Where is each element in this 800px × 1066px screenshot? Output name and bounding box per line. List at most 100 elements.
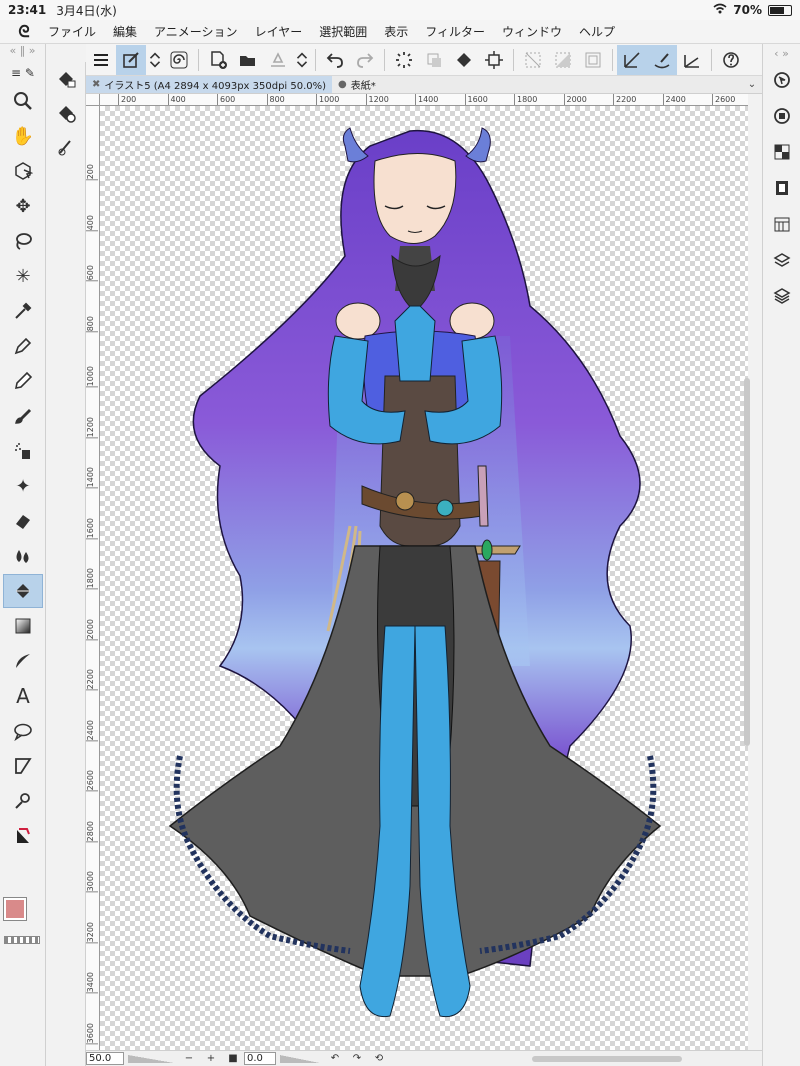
menu-help[interactable]: ヘルプ [579,23,615,40]
illustration-artwork [168,127,662,1018]
main-color-swatch[interactable] [3,897,27,921]
ruler-icon[interactable] [3,819,43,853]
clear-selection-icon[interactable] [518,45,548,75]
ruler-tick-label: 2400 [86,719,98,741]
select-all-icon[interactable] [578,45,608,75]
status-bar: 23:41 3月4日(水) 70% [0,0,800,20]
ruler-tick-label: 1200 [86,416,98,438]
blend-icon[interactable] [3,539,43,573]
material-icon[interactable] [763,206,800,242]
redo-icon[interactable] [350,45,380,75]
transform-icon[interactable] [419,45,449,75]
zoom-out-button[interactable]: − [178,1053,200,1064]
tab-close-icon[interactable]: ✖ [92,79,100,90]
crop-icon[interactable] [479,45,509,75]
undo-icon[interactable] [320,45,350,75]
snap-ruler-icon[interactable] [617,44,647,75]
correct-line-icon[interactable] [3,784,43,818]
fill-selection-icon[interactable] [449,45,479,75]
battery-icon [768,4,792,16]
layer-props-icon[interactable] [763,242,800,278]
collapse-right-button[interactable]: ‹ » [763,44,800,62]
chevron-updown-icon[interactable] [293,45,311,75]
chevron-down-icon[interactable]: ⌄ [742,76,762,93]
separator [711,48,712,71]
zoom-slider[interactable] [128,1054,174,1063]
menu-filter[interactable]: フィルター [425,23,485,40]
object-select-icon[interactable] [3,154,43,188]
frame-icon[interactable] [3,749,43,783]
ruler-tick-label: 600 [86,265,98,282]
tool-property-icon[interactable] [46,96,85,130]
eraser-icon[interactable] [3,504,43,538]
zoom-icon[interactable] [3,84,43,118]
airbrush-icon[interactable] [3,434,43,468]
eyedropper-icon[interactable] [3,294,43,328]
ruler-tick-label: 800 [86,315,98,332]
layers-grid-icon[interactable] [763,134,800,170]
lasso-icon[interactable] [3,224,43,258]
edit-mode-icon[interactable] [116,44,146,75]
decoration-icon[interactable]: ✦ [3,469,43,503]
hand-icon[interactable]: ✋ [3,119,43,153]
menu-file[interactable]: ファイル [48,23,96,40]
vertical-scrollbar[interactable] [744,378,750,746]
horizontal-scrollbar[interactable] [532,1055,682,1062]
transparent-color-swatch[interactable] [4,936,40,944]
gradient-icon[interactable] [3,609,43,643]
menu-layer[interactable]: レイヤー [255,23,303,40]
brush-icon[interactable] [3,399,43,433]
menu-selection[interactable]: 選択範囲 [319,23,367,40]
pencil-icon[interactable] [3,364,43,398]
animation-icon[interactable] [763,170,800,206]
pen-icon[interactable] [3,329,43,363]
drawing-canvas[interactable] [100,106,748,1050]
ruler-corner [86,94,100,106]
rotate-right-button[interactable]: ↷ [346,1053,368,1064]
menu-window[interactable]: ウィンドウ [502,23,562,40]
fill-icon[interactable] [3,574,43,608]
snap-perspective-icon[interactable] [677,45,707,75]
reset-rotation-button[interactable]: ⟲ [368,1053,390,1064]
palette-menu-icon[interactable]: ≡ ✎ [3,63,43,83]
tab-unsaved-icon: ● [338,79,347,90]
chevron-updown-icon[interactable] [146,45,164,75]
export-icon[interactable] [263,45,293,75]
sub-view-icon[interactable] [763,98,800,134]
balloon-icon[interactable] [3,714,43,748]
magic-wand-icon[interactable]: ✳ [3,259,43,293]
fit-button[interactable]: ■ [222,1053,244,1064]
ruler-tick-label: 800 [266,94,285,105]
rotate-left-button[interactable]: ↶ [324,1053,346,1064]
rotation-field[interactable]: 0.0 [244,1052,276,1065]
app-logo-icon[interactable]: ᘓ [0,22,48,42]
open-folder-icon[interactable] [233,45,263,75]
spiral-icon[interactable] [164,45,194,75]
sub-tool-palette-icon[interactable] [46,62,85,96]
menu-view[interactable]: 表示 [384,23,408,40]
menu-edit[interactable]: 編集 [113,23,137,40]
collapse-left-button[interactable]: « ‖ » [0,44,45,62]
help-icon[interactable] [716,45,746,75]
new-file-icon[interactable] [203,45,233,75]
tab-cover[interactable]: ● 表紙* [332,76,382,93]
separator [198,48,199,71]
rotation-slider[interactable] [280,1054,320,1063]
move-icon[interactable]: ✥ [3,189,43,223]
sub-tool-column [46,62,86,1066]
zoom-field[interactable]: 50.0 [86,1052,124,1065]
separator [384,48,385,71]
ruler-tick-label: 3000 [86,871,98,893]
tab-illust5[interactable]: ✖ イラスト5 (A4 2894 x 4093px 350dpi 50.0%) [86,76,333,93]
invert-selection-icon[interactable] [548,45,578,75]
snap-brush-icon[interactable] [647,44,677,75]
loading-icon[interactable] [389,45,419,75]
navigator-icon[interactable] [763,62,800,98]
layers-icon[interactable] [763,278,800,314]
text-icon[interactable]: A [3,679,43,713]
menu-animation[interactable]: アニメーション [154,23,238,40]
brush-size-icon[interactable] [46,130,85,164]
figure-icon[interactable] [3,644,43,678]
command-menu-icon[interactable] [86,45,116,75]
zoom-in-button[interactable]: + [200,1053,222,1064]
